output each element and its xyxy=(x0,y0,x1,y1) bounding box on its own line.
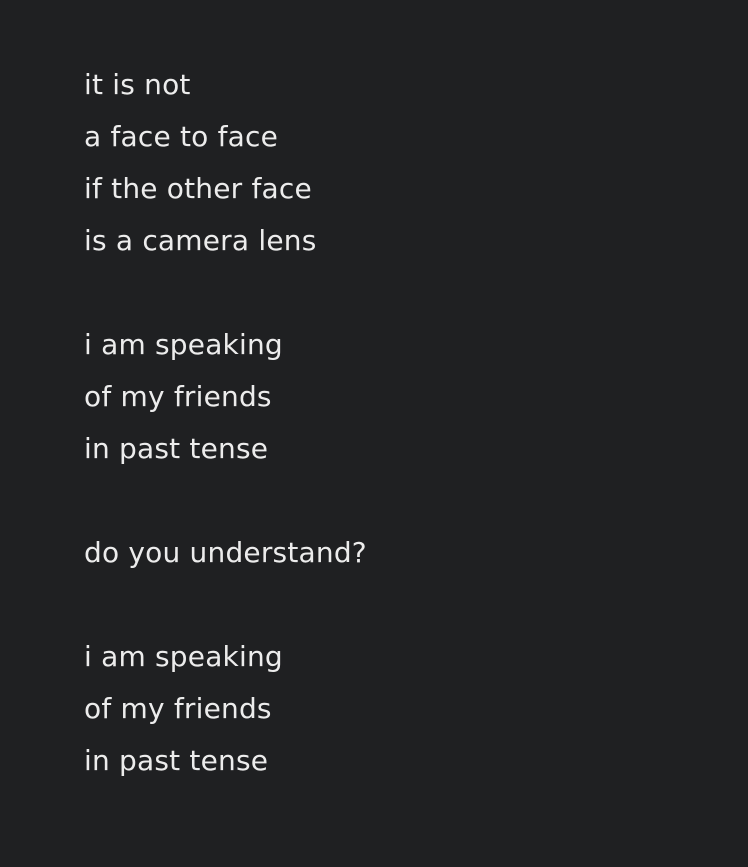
poem-text: it is not a face to face if the other fa… xyxy=(84,62,704,842)
stanza-2: i am speaking of my friends in past tens… xyxy=(84,322,704,478)
poem-line: a face to face xyxy=(84,120,279,153)
poem-line: of my friends xyxy=(84,380,272,413)
stanza-1: it is not a face to face if the other fa… xyxy=(84,62,704,270)
poem-line: it is not xyxy=(84,68,191,101)
poem-line: do you understand? xyxy=(84,536,367,569)
stanza-3: do you understand? xyxy=(84,530,704,582)
poem-line: if the other face xyxy=(84,172,312,205)
poem-line: in past tense xyxy=(84,744,269,777)
poem-line: i am speaking xyxy=(84,328,283,361)
poem-line: in past tense xyxy=(84,432,269,465)
poem-line: of my friends xyxy=(84,692,272,725)
stanza-4: i am speaking of my friends in past tens… xyxy=(84,634,704,790)
poem-line: i am speaking xyxy=(84,640,283,673)
poem-line: is a camera lens xyxy=(84,224,317,257)
